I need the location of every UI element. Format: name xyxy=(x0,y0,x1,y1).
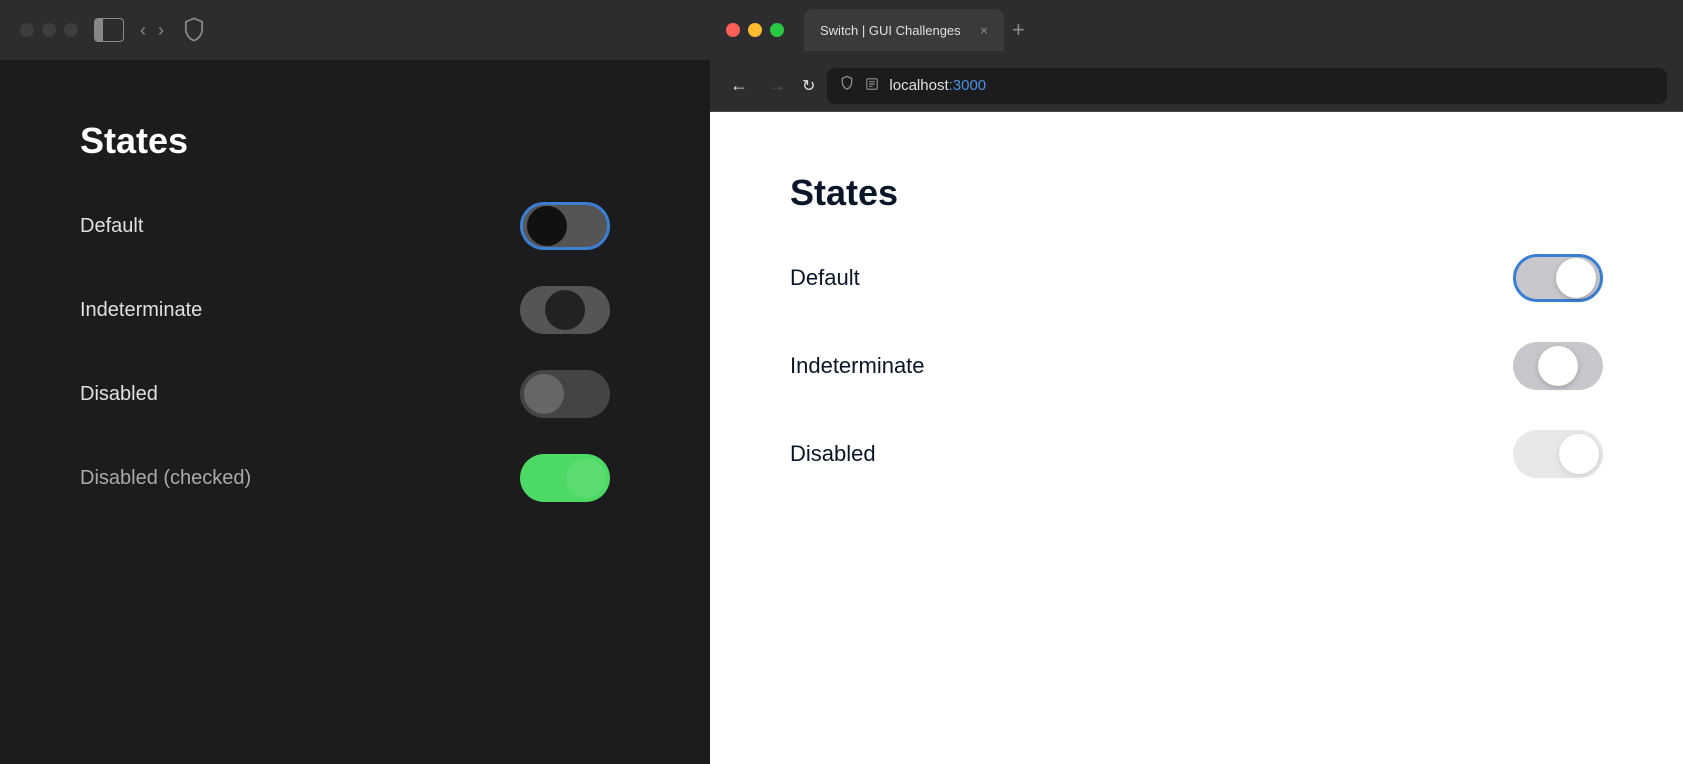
right-default-row: Default xyxy=(790,254,1603,302)
left-default-switch[interactable] xyxy=(520,202,610,250)
left-content-area: States Default Indeterminate Disabled Di… xyxy=(0,60,710,598)
right-default-switch-thumb xyxy=(1556,258,1596,298)
back-button[interactable]: ← xyxy=(726,71,752,100)
right-indeterminate-switch[interactable] xyxy=(1513,342,1603,390)
right-browser-window: Switch | GUI Challenges × + ← → ↻ localh… xyxy=(710,0,1683,764)
tab-bar: Switch | GUI Challenges × + xyxy=(710,0,1683,60)
sidebar-toggle-icon[interactable] xyxy=(94,18,124,42)
left-disabled-switch-thumb xyxy=(524,374,564,414)
left-disabled-checked-thumb xyxy=(566,458,606,498)
forward-button[interactable]: → xyxy=(764,71,790,100)
left-disabled-row: Disabled xyxy=(80,370,630,418)
close-traffic-light[interactable] xyxy=(20,23,34,37)
right-section-title: States xyxy=(790,172,1603,214)
right-disabled-switch-thumb xyxy=(1559,434,1599,474)
window-controls xyxy=(726,23,784,37)
address-url-text: localhost:3000 xyxy=(889,77,986,94)
left-indeterminate-switch-thumb xyxy=(545,290,585,330)
shield-icon xyxy=(180,16,208,44)
left-default-switch-thumb xyxy=(527,206,567,246)
right-disabled-label: Disabled xyxy=(790,441,876,467)
left-disabled-checked-switch xyxy=(520,454,610,502)
left-section-title: States xyxy=(80,120,630,162)
tab-close-button[interactable]: × xyxy=(980,22,988,38)
right-indeterminate-label: Indeterminate xyxy=(790,353,925,379)
right-disabled-switch xyxy=(1513,430,1603,478)
right-default-label: Default xyxy=(790,265,860,291)
left-dark-panel: ‹ › States Default Indeterminate Di xyxy=(0,0,710,764)
forward-arrow-icon[interactable]: › xyxy=(158,20,164,41)
right-disabled-row: Disabled xyxy=(790,430,1603,478)
left-disabled-checked-label: Disabled (checked) xyxy=(80,467,251,490)
back-arrow-icon[interactable]: ‹ xyxy=(140,20,146,41)
left-indeterminate-switch[interactable] xyxy=(520,286,610,334)
new-tab-button[interactable]: + xyxy=(1012,17,1025,43)
nav-arrows: ‹ › xyxy=(140,20,164,41)
address-bar[interactable]: localhost:3000 xyxy=(827,68,1667,104)
active-tab[interactable]: Switch | GUI Challenges × xyxy=(804,9,1004,51)
traffic-lights-left xyxy=(20,23,78,37)
address-port: :3000 xyxy=(949,77,987,94)
browser-toolbar: ← → ↻ localhost:3000 xyxy=(710,60,1683,112)
left-default-row: Default xyxy=(80,202,630,250)
right-indeterminate-switch-thumb xyxy=(1538,346,1578,386)
left-disabled-label: Disabled xyxy=(80,383,158,406)
left-indeterminate-row: Indeterminate xyxy=(80,286,630,334)
left-indeterminate-label: Indeterminate xyxy=(80,299,202,322)
address-page-icon xyxy=(865,77,879,94)
green-window-control[interactable] xyxy=(770,23,784,37)
yellow-window-control[interactable] xyxy=(748,23,762,37)
address-shield-icon xyxy=(839,75,855,96)
red-window-control[interactable] xyxy=(726,23,740,37)
left-disabled-switch xyxy=(520,370,610,418)
left-disabled-checked-row: Disabled (checked) xyxy=(80,454,630,502)
tab-title: Switch | GUI Challenges xyxy=(820,23,970,38)
right-indeterminate-row: Indeterminate xyxy=(790,342,1603,390)
right-default-switch[interactable] xyxy=(1513,254,1603,302)
maximize-traffic-light[interactable] xyxy=(64,23,78,37)
reload-button[interactable]: ↻ xyxy=(802,76,815,96)
browser-chrome-left: ‹ › xyxy=(0,0,710,60)
minimize-traffic-light[interactable] xyxy=(42,23,56,37)
browser-content: States Default Indeterminate Disabled xyxy=(710,112,1683,764)
left-default-label: Default xyxy=(80,215,143,238)
